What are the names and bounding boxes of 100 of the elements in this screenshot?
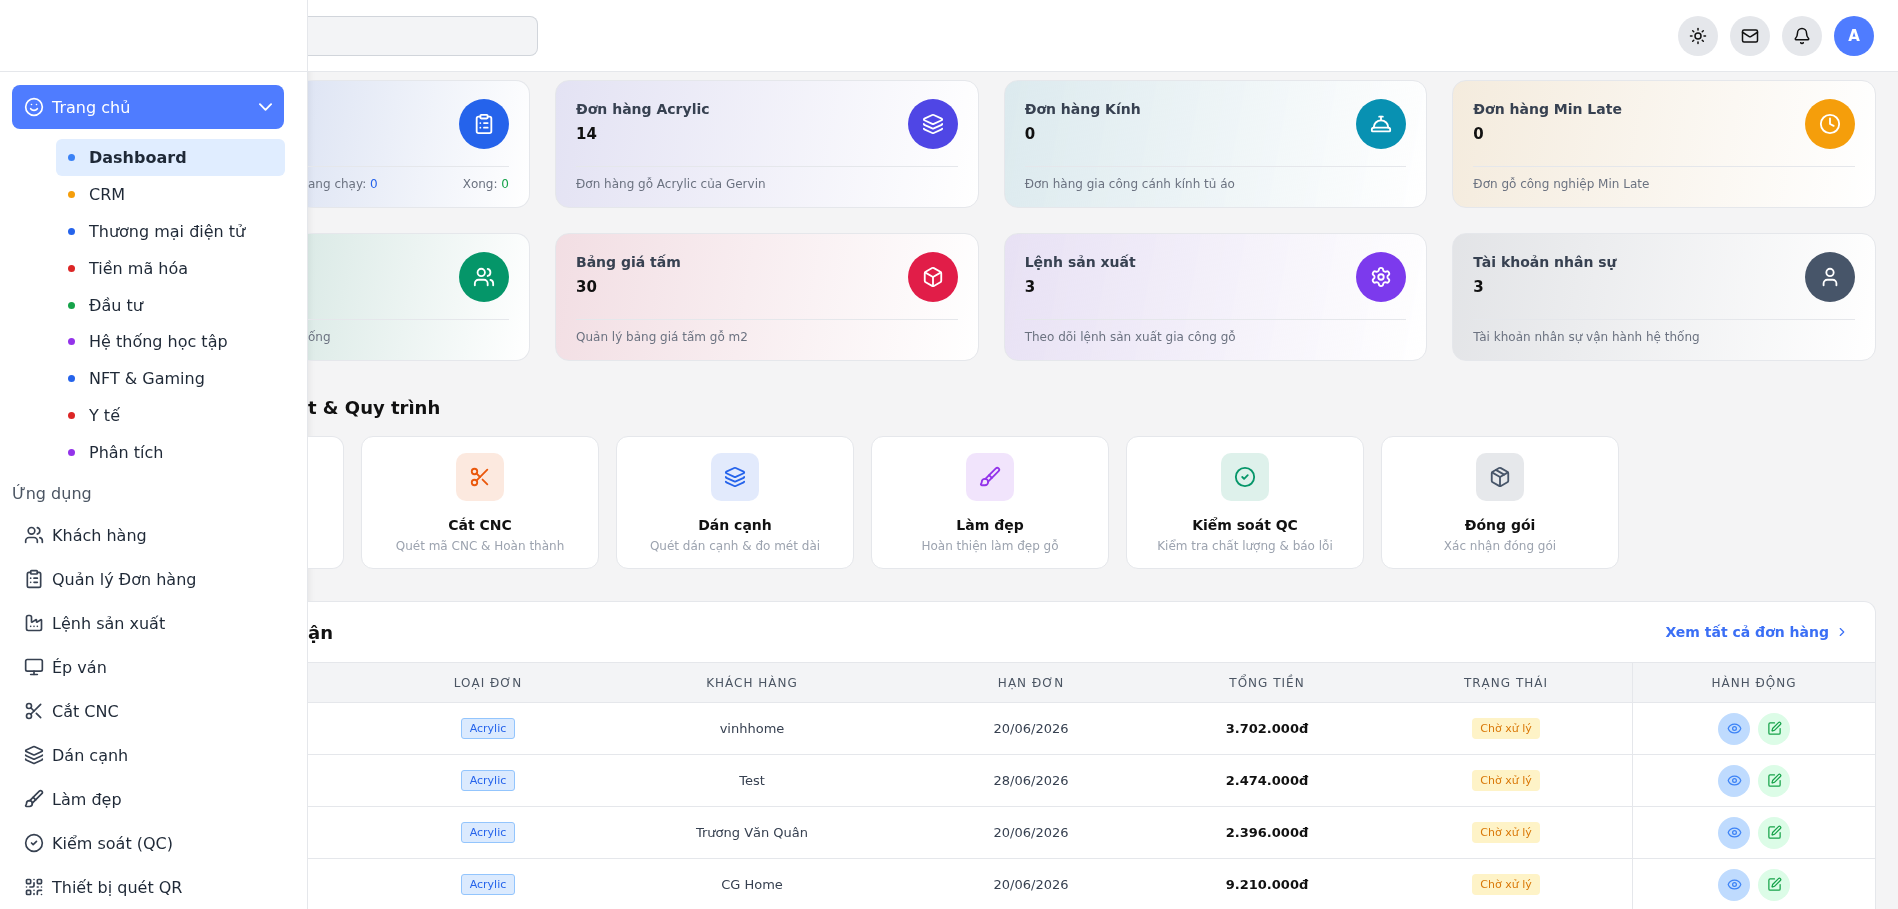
- nav-item[interactable]: Kiểm soát (QC): [0, 821, 307, 865]
- eye-icon: [1726, 877, 1742, 892]
- workflow-title: Kiểm soát QC: [1192, 517, 1298, 533]
- submenu-item[interactable]: Phân tích: [56, 434, 285, 471]
- stat-title: Đơn hàng Min Late: [1473, 101, 1622, 117]
- submenu-item[interactable]: NFT & Gaming: [56, 360, 285, 398]
- submenu-item[interactable]: CRM: [56, 175, 285, 213]
- stat-value: 14: [576, 125, 598, 143]
- view-button[interactable]: [1718, 816, 1750, 849]
- column-header: LOẠI ĐƠN: [452, 674, 524, 692]
- eye-icon: [1726, 773, 1742, 788]
- nav-item[interactable]: Lệnh sản xuất: [0, 601, 307, 645]
- workflow-card[interactable]: Kiểm soát QC Kiểm tra chất lượng & báo lỗi: [1126, 436, 1364, 569]
- view-button[interactable]: [1718, 712, 1750, 745]
- scissors-icon: [24, 701, 44, 721]
- mail-icon: [1741, 26, 1759, 45]
- table-cell-text: 3.702.000đ: [1224, 721, 1310, 736]
- qr-code-icon: [24, 877, 44, 897]
- edit-button[interactable]: [1758, 816, 1790, 849]
- stat-value: 3: [1024, 278, 1037, 296]
- table-cell-text: CG Home: [720, 877, 784, 892]
- bell-icon: [1793, 26, 1811, 45]
- user-avatar[interactable]: A: [1834, 15, 1874, 56]
- table-cell-text: 20/06/2026: [992, 877, 1070, 892]
- stat-title: Đơn hàng Acrylic: [576, 101, 710, 117]
- stat-count: Xong: 0: [462, 177, 509, 191]
- factory-icon: [24, 613, 44, 633]
- workflow-description: Hoàn thiện làm đẹp gỗ: [921, 539, 1059, 553]
- nav-item[interactable]: Cắt CNC: [0, 689, 307, 733]
- table-cell-text: 20/06/2026: [992, 721, 1070, 736]
- stat-description: Theo dõi lệnh sản xuất gia công gỗ: [1024, 330, 1236, 344]
- edit-button[interactable]: [1758, 712, 1790, 745]
- stat-description: Quản lý bảng giá tấm gỗ m2: [576, 330, 748, 344]
- submenu-item[interactable]: Hệ thống học tập: [56, 323, 285, 361]
- stat-value: 30: [576, 278, 598, 296]
- clock-icon: [1819, 113, 1841, 135]
- edit-icon: [1766, 877, 1782, 892]
- check-circle-icon: [1234, 466, 1256, 488]
- stat-title: Tài khoản nhân sự: [1473, 254, 1617, 270]
- theme-button[interactable]: [1678, 15, 1718, 56]
- column-header: HẠN ĐƠN: [996, 674, 1066, 692]
- view-button[interactable]: [1718, 764, 1750, 797]
- submenu-item[interactable]: Tiền mã hóa: [56, 249, 285, 287]
- search-field[interactable]: [308, 15, 538, 56]
- table-title: ận: [308, 621, 333, 643]
- workflow-card[interactable]: Đóng gói Xác nhận đóng gói: [1381, 436, 1619, 569]
- mail-button[interactable]: [1730, 15, 1770, 56]
- eye-icon: [1726, 825, 1742, 840]
- nav-item[interactable]: Quản lý Đơn hàng: [0, 557, 307, 601]
- nav-item[interactable]: Ép ván: [0, 645, 307, 689]
- submenu-item[interactable]: Đầu tư: [56, 286, 285, 324]
- nav-item[interactable]: Khách hàng: [0, 513, 307, 557]
- view-all-link[interactable]: Xem tất cả đơn hàng: [1665, 624, 1849, 640]
- submenu-item[interactable]: Thương mại điện tử: [56, 212, 285, 250]
- edit-button[interactable]: [1758, 764, 1790, 797]
- view-button[interactable]: [1718, 868, 1750, 901]
- table-cell-text: 2.474.000đ: [1224, 773, 1310, 788]
- users-icon: [473, 266, 495, 288]
- home-menu-button[interactable]: Trang chủ: [12, 85, 284, 129]
- nav-item[interactable]: Làm đẹp: [0, 777, 307, 821]
- table-cell-text: 9.210.000đ: [1224, 877, 1310, 892]
- notification-button[interactable]: [1782, 15, 1822, 56]
- nav-item[interactable]: Thiết bị quét QR: [0, 865, 307, 909]
- stat-title: Đơn hàng Kính: [1024, 101, 1141, 117]
- table-cell-text: Trương Văn Quân: [694, 825, 810, 840]
- workflow-title: Đóng gói: [1464, 517, 1536, 533]
- nav-item[interactable]: Dán cạnh: [0, 733, 307, 777]
- stat-description: Tài khoản nhân sự vận hành hệ thống: [1473, 330, 1700, 344]
- workflow-title: Dán cạnh: [698, 517, 772, 533]
- workflow-description: Xác nhận đóng gói: [1443, 539, 1557, 553]
- edit-icon: [1766, 773, 1782, 788]
- workflow-card[interactable]: Cắt CNC Quét mã CNC & Hoàn thành: [361, 436, 599, 569]
- stat-description: Đơn hàng gia công cánh kính tủ áo: [1024, 177, 1235, 191]
- cube-icon: [921, 266, 944, 288]
- gear-icon: [1370, 266, 1393, 288]
- workflow-title: Cắt CNC: [448, 517, 512, 533]
- chevron-down-icon: [259, 103, 272, 111]
- status-tag: Chờ xử lý: [1472, 822, 1540, 843]
- edit-button[interactable]: [1758, 868, 1790, 901]
- section-title: t & Quy trình: [308, 396, 442, 420]
- submenu-item[interactable]: Y tế: [56, 397, 285, 435]
- type-tag: Acrylic: [460, 874, 516, 895]
- column-header: KHÁCH HÀNG: [705, 674, 799, 692]
- workflow-title: Làm đẹp: [956, 517, 1024, 533]
- status-tag: Chờ xử lý: [1472, 874, 1540, 895]
- stat-value: 3: [1473, 278, 1485, 296]
- table-cell-text: 28/06/2026: [992, 773, 1070, 788]
- package-icon: [1489, 466, 1511, 488]
- status-tag: Chờ xử lý: [1472, 718, 1540, 739]
- table-cell-text: 2.396.000đ: [1224, 825, 1310, 840]
- stat-description: Đơn hàng gỗ Acrylic của Gervin: [576, 177, 766, 191]
- workflow-card[interactable]: Làm đẹp Hoàn thiện làm đẹp gỗ: [871, 436, 1109, 569]
- layers-icon: [921, 113, 944, 135]
- type-tag: Acrylic: [460, 718, 516, 739]
- column-header: TRẠNG THÁI: [1462, 674, 1550, 692]
- table-cell-text: 20/06/2026: [992, 825, 1070, 840]
- type-tag: Acrylic: [460, 822, 516, 843]
- table-cell-text: Test: [738, 773, 766, 788]
- submenu-item[interactable]: Dashboard: [56, 139, 285, 176]
- workflow-card[interactable]: Dán cạnh Quét dán cạnh & đo mét dài: [616, 436, 854, 569]
